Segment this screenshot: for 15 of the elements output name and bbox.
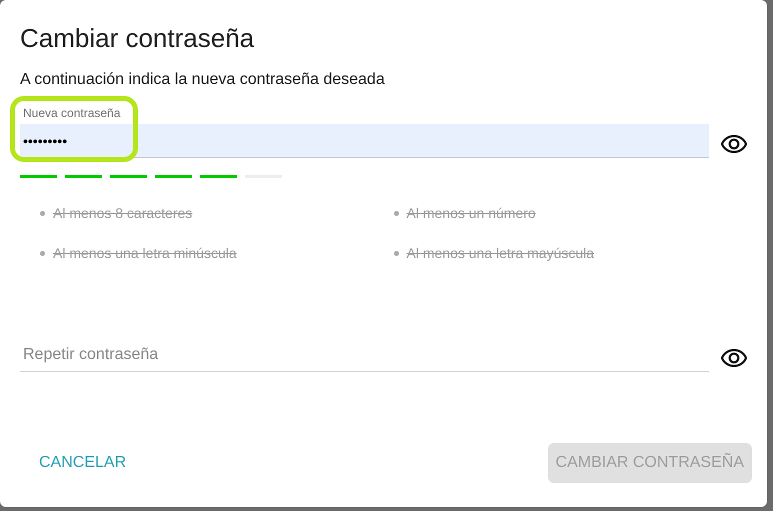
bullet-icon (394, 211, 398, 216)
requirement-text: Al menos una letra minúscula (53, 244, 237, 263)
field-label: Nueva contraseña (22, 105, 122, 122)
requirement-text: Al menos un número (406, 204, 536, 223)
requirement-text: Al menos 8 caracteres (53, 204, 192, 223)
eye-icon[interactable] (721, 349, 747, 367)
eye-icon[interactable] (721, 135, 747, 153)
repeat-password-field[interactable]: Repetir contraseña (20, 338, 709, 372)
bullet-icon (40, 251, 45, 256)
bullet-icon (394, 251, 398, 256)
dialog-title: Cambiar contraseña (20, 22, 256, 55)
requirement-text: Al menos una letra mayúscula (406, 244, 594, 263)
dialog-subtitle: A continuación indica la nueva contraseña deseada (20, 70, 386, 90)
cancel-button[interactable]: CANCELAR (28, 443, 138, 483)
bullet-icon (40, 211, 45, 216)
